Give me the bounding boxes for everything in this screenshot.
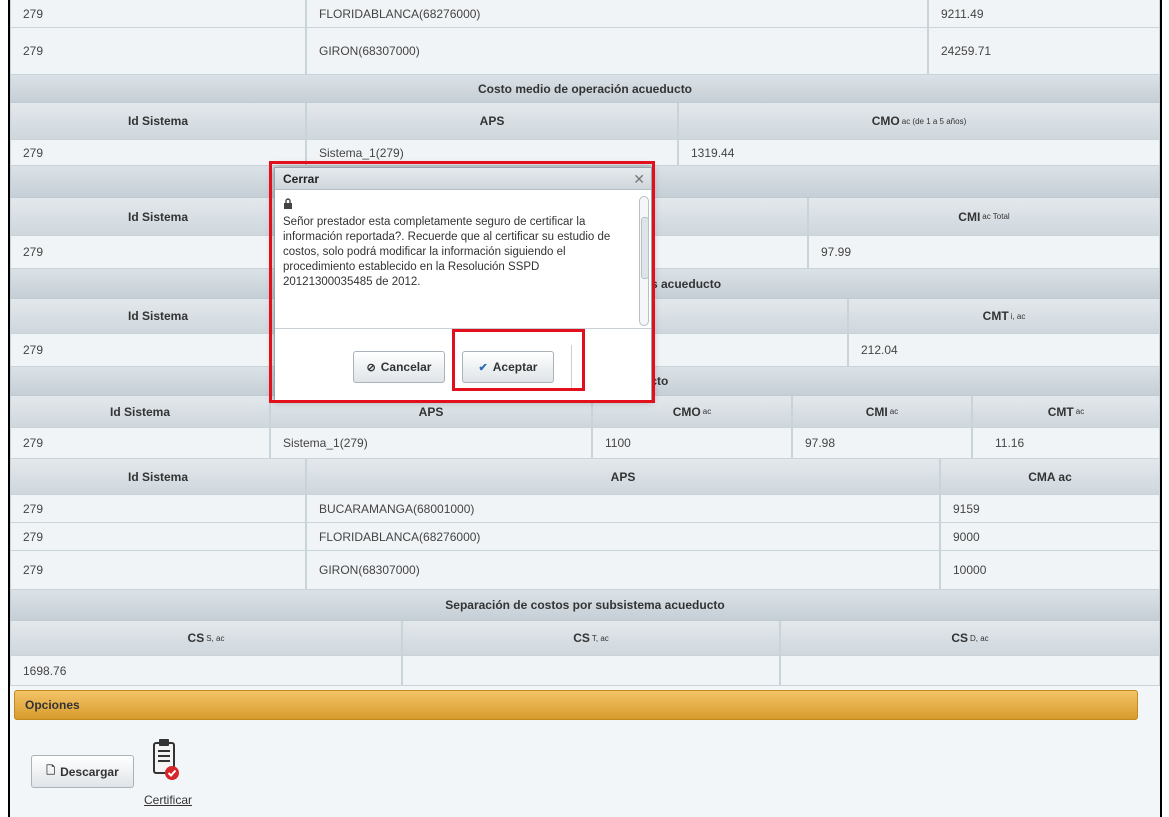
document-icon: 🗋 [46,765,56,777]
cell-cmi: 97.98 [792,428,972,459]
cell-cmo: 1100 [592,428,792,459]
header-id-sistema: Id Sistema [10,459,306,495]
header-cmt: CMT i, ac [848,299,1160,334]
certify-link[interactable]: Certificar [144,793,192,807]
cell-id: 279 [10,495,306,523]
message-line: información reportada?. Recuerde que al … [283,231,611,243]
cell-value: 9211.49 [928,0,1160,28]
table-header: Id Sistema APS CMO ac (de 1 a 5 años) [10,103,1160,140]
header-id-sistema: Id Sistema [10,103,306,140]
cell-aps: Sistema_1(279) [306,140,678,166]
cell-cs-t [402,656,780,686]
check-icon: ✔ [478,361,488,374]
header-cs-d: CS D, ac [780,621,1160,656]
table-header: Id Sistema APS CMA ac [10,459,1160,495]
cell-value: 1319.44 [678,140,1160,166]
header-cmi: CMI ac [792,396,972,428]
cell-id: 279 [10,140,306,166]
header-cs-t: CS T, ac [402,621,780,656]
confirm-dialog: Cerrar ✕ Señor prestador esta completame… [274,167,652,401]
cell-cmt: 11.16 [972,428,1160,459]
message-line: costos, solo podrá modificar la informac… [283,246,566,258]
cell-aps: GIRON(68307000) [306,28,928,75]
close-icon[interactable]: ✕ [633,171,645,188]
cell-aps: FLORIDABLANCA(68276000) [306,0,928,28]
dialog-title: Cerrar [283,171,320,186]
lock-icon [283,198,635,214]
cell-id: 279 [10,523,306,551]
table-row: 279 BUCARAMANGA(68001000) 9159 [10,495,1160,523]
cell-id: 279 [10,551,306,590]
table-row: 279 GIRON(68307000) 24259.71 [10,28,1160,75]
table-row: 279 GIRON(68307000) 10000 [10,551,1160,590]
download-button[interactable]: 🗋 Descargar [31,755,134,788]
cancel-button[interactable]: ⊘ Cancelar [353,351,445,383]
cell-cs-d [780,656,1160,686]
cell-aps: FLORIDABLANCA(68276000) [306,523,940,551]
cell-value: 9159 [940,495,1160,523]
header-cmt: CMT ac [972,396,1160,428]
table-row: 279 Sistema_1(279) 1100 97.98 11.16 [10,428,1160,459]
opciones-header: Opciones [14,690,1138,720]
cell-id: 279 [10,236,306,269]
cancel-icon: ⊘ [366,361,376,374]
table-header: CS S, ac CS T, ac CS D, ac [10,621,1160,656]
header-cs-s: CS S, ac [10,621,402,656]
dialog-message: Señor prestador esta completamente segur… [283,198,635,322]
header-aps: APS [306,459,940,495]
cell-id: 279 [10,0,306,28]
header-id-sistema: Id Sistema [10,299,306,334]
cell-value: 24259.71 [928,28,1160,75]
header-cmi: CMI ac Total [808,198,1160,236]
cell-aps: GIRON(68307000) [306,551,940,590]
cell-id: 279 [10,428,270,459]
message-line: 20121300035485 de 2012. [283,276,421,288]
header-cma: CMA ac [940,459,1160,495]
download-label: Descargar [60,764,119,779]
certify-clipboard-icon[interactable] [150,735,184,785]
table-row: 279 FLORIDABLANCA(68276000) 9211.49 [10,0,1160,28]
cell-value: 212.04 [848,334,1160,367]
cell-value: 9000 [940,523,1160,551]
accept-button[interactable]: ✔ Aceptar [462,351,554,383]
cell-id: 279 [10,28,306,75]
table-row: 279 FLORIDABLANCA(68276000) 9000 [10,523,1160,551]
header-id-sistema: Id Sistema [10,396,270,428]
section-title-cs: Separación de costos por subsistema acue… [10,590,1160,621]
message-line: procedimiento establecido en la Resoluci… [283,261,540,273]
section-title-cmo: Costo medio de operación acueducto [10,75,1160,103]
cell-value: 97.99 [808,236,1160,269]
dialog-scrollbar[interactable] [639,196,649,326]
cell-aps: BUCARAMANGA(68001000) [306,495,940,523]
accept-label: Aceptar [492,360,538,374]
header-cmo: CMO ac (de 1 a 5 años) [678,103,1160,140]
cell-id: 279 [10,334,306,367]
footer-divider [571,345,572,389]
table-row: 1698.76 [10,656,1160,686]
cell-value: 10000 [940,551,1160,590]
message-line: Señor prestador esta completamente segur… [283,216,586,228]
table-row: 279 Sistema_1(279) 1319.44 [10,140,1160,166]
scrollbar-thumb[interactable] [641,217,649,279]
dialog-footer: ⊘ Cancelar ✔ Aceptar [275,328,651,400]
cancel-label: Cancelar [380,360,432,374]
cell-cs-s: 1698.76 [10,656,402,686]
cell-aps: Sistema_1(279) [270,428,592,459]
dialog-titlebar: Cerrar [275,168,651,190]
header-id-sistema: Id Sistema [10,198,306,236]
header-aps: APS [306,103,678,140]
